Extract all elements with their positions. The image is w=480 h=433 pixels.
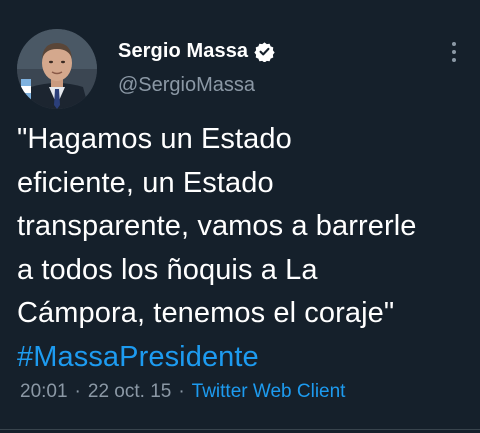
verified-badge-icon bbox=[254, 41, 275, 63]
name-row: Sergio Massa bbox=[118, 38, 275, 64]
avatar[interactable] bbox=[17, 29, 97, 109]
tweet-time[interactable]: 20:01 bbox=[20, 381, 68, 403]
tweet-text: "Hagamos un Estado eficiente, un Estado … bbox=[17, 118, 472, 379]
tweet-text-line: Cámpora, tenemos el coraje" bbox=[17, 297, 395, 329]
tweet-text-line: "Hagamos un Estado bbox=[17, 123, 292, 155]
tweet-text-line: eficiente, un Estado bbox=[17, 166, 274, 199]
tweet-header: Sergio Massa @SergioMassa bbox=[118, 38, 275, 97]
tweet-card: Sergio Massa @SergioMassa "Hagamos un Es… bbox=[0, 0, 480, 433]
divider bbox=[0, 429, 480, 430]
tweet-metadata: 20:01 · 22 oct. 15 · Twitter Web Client bbox=[20, 381, 345, 403]
more-vertical-icon[interactable] bbox=[450, 40, 458, 64]
tweet-source-link[interactable]: Twitter Web Client bbox=[192, 381, 346, 403]
hashtag-link[interactable]: #MassaPresidente bbox=[17, 341, 259, 373]
meta-separator: · bbox=[178, 381, 185, 402]
meta-separator: · bbox=[74, 381, 81, 402]
profile-photo-icon bbox=[17, 29, 97, 109]
tweet-date[interactable]: 22 oct. 15 bbox=[88, 381, 171, 403]
display-name[interactable]: Sergio Massa bbox=[118, 40, 248, 63]
tweet-text-line: transparente, vamos a barrerle bbox=[17, 210, 417, 242]
user-handle[interactable]: @SergioMassa bbox=[118, 74, 275, 97]
tweet-text-line: a todos los ñoquis a La bbox=[17, 253, 318, 286]
